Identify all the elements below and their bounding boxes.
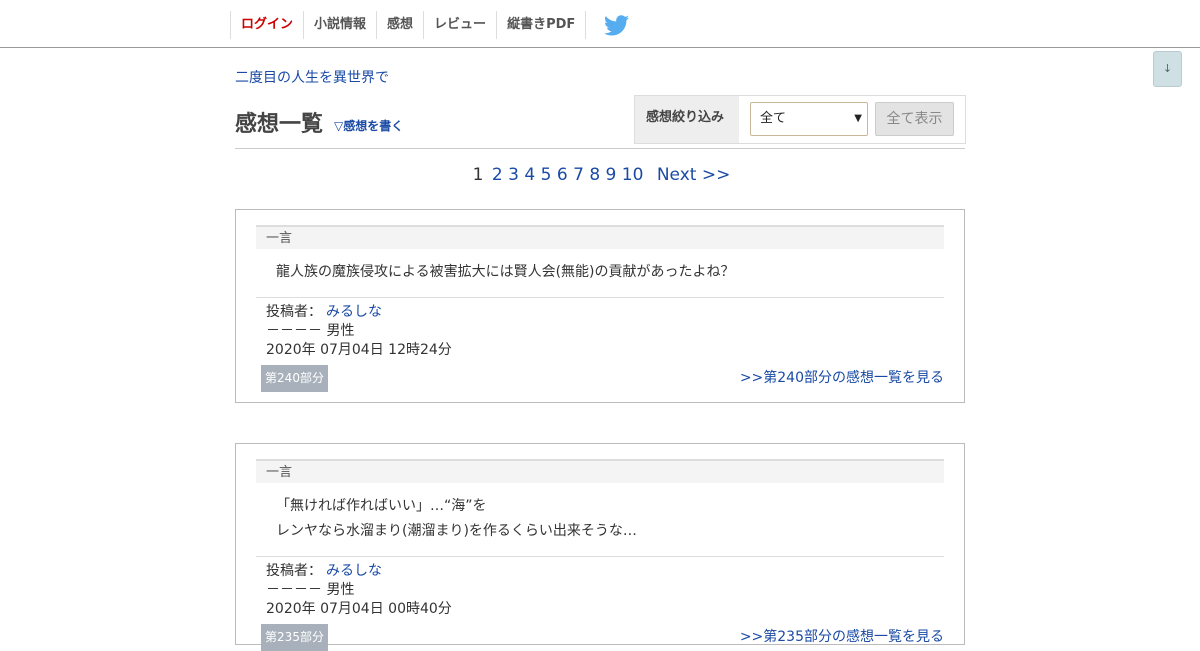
next-page-link[interactable]: Next >>: [657, 165, 731, 185]
post-date: 2020年 07月04日 00時40分: [266, 601, 452, 617]
filter-selected-value: 全て: [760, 111, 787, 126]
impression-meta: 投稿者： みるしな －－－－ 男性 2020年 07月04日 00時40分: [266, 562, 452, 619]
part-impressions-link[interactable]: >>第240部分の感想一覧を見る: [740, 367, 944, 387]
impression-filter: 感想絞り込み 全て ▼ 全て表示: [634, 95, 966, 144]
page-8-link[interactable]: 8: [589, 165, 600, 185]
poster-age-gender: －－－－ 男性: [266, 582, 355, 598]
nav-vertical-pdf[interactable]: 縦書きPDF: [496, 11, 587, 39]
filter-label: 感想絞り込み: [635, 96, 739, 143]
impression-line: 「無ければ作ればいい」…“海”を: [276, 498, 487, 514]
impression-line: レンヤなら水溜まり(潮溜まり)を作るくらい出来そうな…: [276, 523, 637, 539]
impression-line: 龍人族の魔族侵攻による被害拡大には賢人会(無能)の貢献があったよね？: [276, 264, 735, 280]
filter-select[interactable]: 全て ▼: [750, 102, 868, 136]
novel-title-link[interactable]: 二度目の人生を異世界で: [235, 67, 389, 87]
poster-label: 投稿者：: [266, 304, 322, 320]
card-divider: [256, 297, 944, 298]
poster-age-gender: －－－－ 男性: [266, 323, 355, 339]
poster-label: 投稿者：: [266, 563, 322, 579]
page-3-link[interactable]: 3: [508, 165, 519, 185]
pagination: 1 2 3 4 5 6 7 8 9 10 Next >>: [0, 165, 1200, 185]
top-nav-bar: ログイン 小説情報 感想 レビュー 縦書きPDF: [0, 0, 1200, 48]
impression-category: 一言: [256, 459, 944, 483]
page-10-link[interactable]: 10: [622, 165, 644, 185]
dropdown-arrow-icon: ▼: [854, 113, 862, 124]
impression-card: 一言 龍人族の魔族侵攻による被害拡大には賢人会(無能)の貢献があったよね？ 投稿…: [235, 209, 965, 403]
page-4-link[interactable]: 4: [524, 165, 535, 185]
show-all-button[interactable]: 全て表示: [875, 102, 954, 136]
part-badge: 第240部分: [261, 365, 328, 392]
part-impressions-link[interactable]: >>第235部分の感想一覧を見る: [740, 626, 944, 646]
nav-reviews[interactable]: レビュー: [423, 11, 496, 39]
post-date: 2020年 07月04日 12時24分: [266, 342, 452, 358]
impression-meta: 投稿者： みるしな －－－－ 男性 2020年 07月04日 12時24分: [266, 303, 452, 360]
nav-impressions[interactable]: 感想: [376, 11, 423, 39]
nav-login[interactable]: ログイン: [230, 11, 303, 39]
impression-category: 一言: [256, 225, 944, 249]
impression-text: 「無ければ作ればいい」…“海”を レンヤなら水溜まり(潮溜まり)を作るくらい出来…: [276, 494, 916, 544]
header-divider: [235, 148, 965, 149]
poster-name-link[interactable]: みるしな: [326, 563, 382, 579]
page-title: 感想一覧: [235, 112, 324, 137]
nav-menu: ログイン 小説情報 感想 レビュー 縦書きPDF: [230, 11, 630, 39]
page-2-link[interactable]: 2: [492, 165, 503, 185]
poster-name-link[interactable]: みるしな: [326, 304, 382, 320]
write-impression-link[interactable]: ▽感想を書く: [334, 117, 403, 134]
page-7-link[interactable]: 7: [573, 165, 584, 185]
page-5-link[interactable]: 5: [541, 165, 552, 185]
scroll-down-button[interactable]: ↓: [1153, 51, 1182, 87]
twitter-icon[interactable]: [604, 11, 630, 39]
nav-novel-info[interactable]: 小説情報: [303, 11, 376, 39]
page-6-link[interactable]: 6: [557, 165, 568, 185]
impression-card: 一言 「無ければ作ればいい」…“海”を レンヤなら水溜まり(潮溜まり)を作るくら…: [235, 443, 965, 651]
page-9-link[interactable]: 9: [606, 165, 617, 185]
impression-text: 龍人族の魔族侵攻による被害拡大には賢人会(無能)の貢献があったよね？: [276, 260, 916, 285]
card-divider: [256, 556, 944, 557]
page-1-current: 1: [472, 165, 484, 185]
part-badge: 第235部分: [261, 624, 328, 651]
